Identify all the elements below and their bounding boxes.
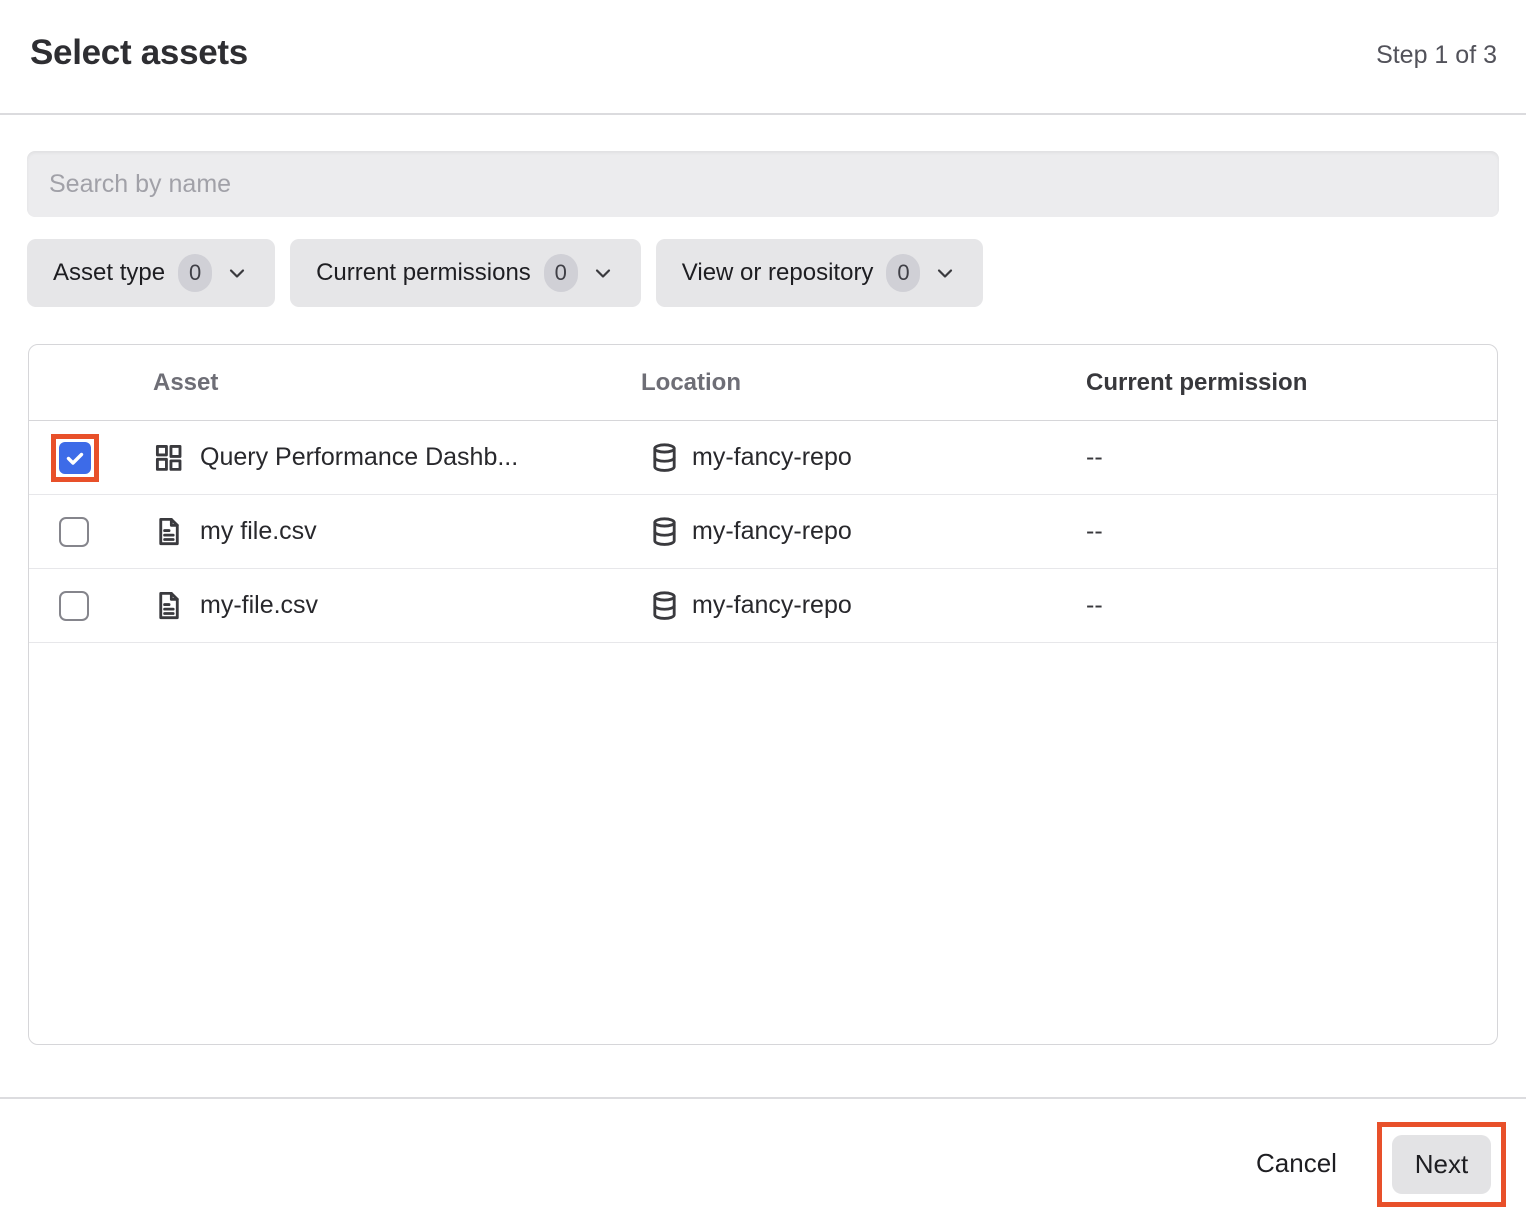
chevron-down-icon bbox=[591, 261, 615, 285]
page-title: Select assets bbox=[30, 33, 248, 73]
annotation-highlight: Next bbox=[1377, 1122, 1506, 1207]
asset-name: my-file.csv bbox=[200, 591, 318, 620]
search-input[interactable] bbox=[27, 151, 1499, 217]
column-header-asset: Asset bbox=[153, 369, 218, 397]
column-header-permission: Current permission bbox=[1086, 369, 1307, 397]
filter-count-badge: 0 bbox=[544, 254, 578, 292]
asset-table: Asset Location Current permission Query … bbox=[28, 344, 1498, 1045]
row-checkbox-unchecked[interactable] bbox=[59, 591, 89, 621]
table-row[interactable]: Query Performance Dashb... my-fancy-repo… bbox=[29, 421, 1497, 495]
table-header-row: Asset Location Current permission bbox=[29, 345, 1497, 421]
chevron-down-icon bbox=[225, 261, 249, 285]
filter-count-badge: 0 bbox=[886, 254, 920, 292]
asset-permission: -- bbox=[1086, 443, 1103, 472]
dashboard-icon bbox=[153, 442, 184, 473]
asset-name: Query Performance Dashb... bbox=[200, 443, 518, 472]
filter-label: Current permissions bbox=[316, 259, 531, 287]
filter-label: Asset type bbox=[53, 259, 165, 287]
database-icon bbox=[649, 516, 680, 547]
header-divider bbox=[0, 113, 1526, 115]
file-icon bbox=[153, 590, 184, 621]
filter-bar: Asset type 0 Current permissions 0 View … bbox=[27, 239, 983, 307]
footer-divider bbox=[0, 1097, 1526, 1099]
filter-label: View or repository bbox=[682, 259, 874, 287]
asset-permission: -- bbox=[1086, 517, 1103, 546]
checkmark-icon bbox=[63, 446, 87, 470]
step-indicator: Step 1 of 3 bbox=[1376, 41, 1497, 70]
row-checkbox-unchecked[interactable] bbox=[59, 517, 89, 547]
row-checkbox-checked[interactable] bbox=[59, 442, 91, 474]
filter-count-badge: 0 bbox=[178, 254, 212, 292]
table-row[interactable]: my file.csv my-fancy-repo -- bbox=[29, 495, 1497, 569]
filter-asset-type[interactable]: Asset type 0 bbox=[27, 239, 275, 307]
asset-name: my file.csv bbox=[200, 517, 317, 546]
database-icon bbox=[649, 590, 680, 621]
annotation-highlight bbox=[51, 434, 99, 482]
asset-permission: -- bbox=[1086, 591, 1103, 620]
next-button[interactable]: Next bbox=[1392, 1135, 1491, 1194]
chevron-down-icon bbox=[933, 261, 957, 285]
asset-location: my-fancy-repo bbox=[692, 517, 852, 546]
file-icon bbox=[153, 516, 184, 547]
filter-view-or-repository[interactable]: View or repository 0 bbox=[656, 239, 984, 307]
database-icon bbox=[649, 442, 680, 473]
cancel-button[interactable]: Cancel bbox=[1256, 1148, 1337, 1179]
asset-location: my-fancy-repo bbox=[692, 591, 852, 620]
table-row[interactable]: my-file.csv my-fancy-repo -- bbox=[29, 569, 1497, 643]
asset-location: my-fancy-repo bbox=[692, 443, 852, 472]
filter-current-permissions[interactable]: Current permissions 0 bbox=[290, 239, 641, 307]
column-header-location: Location bbox=[641, 369, 741, 397]
